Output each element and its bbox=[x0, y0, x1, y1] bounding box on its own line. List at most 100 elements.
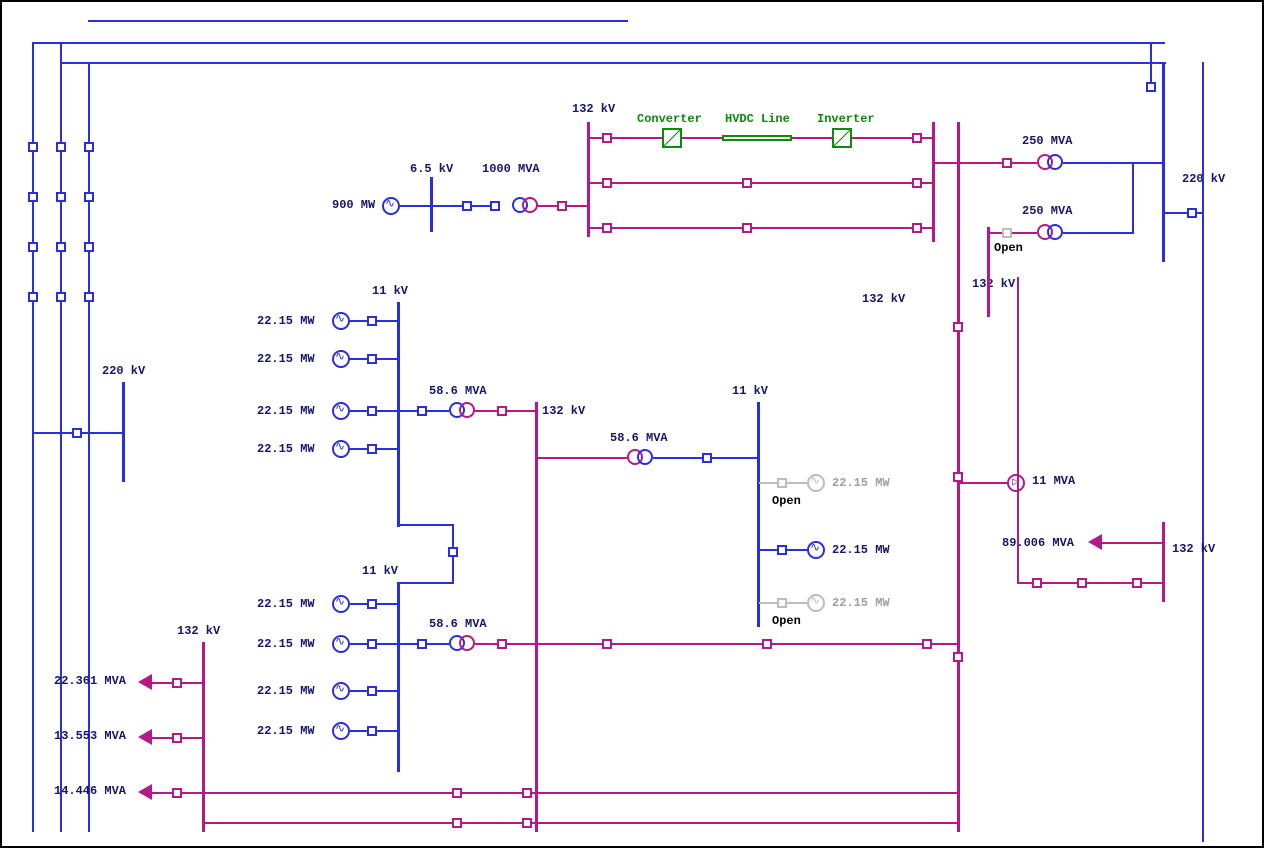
breaker-icon[interactable] bbox=[497, 406, 507, 416]
breaker-icon[interactable] bbox=[28, 242, 38, 252]
breaker-icon[interactable] bbox=[522, 818, 532, 828]
rating-label: 58.6 MVA bbox=[429, 617, 487, 631]
breaker-icon[interactable] bbox=[452, 818, 462, 828]
wire bbox=[400, 205, 430, 207]
breaker-open-icon[interactable] bbox=[1002, 228, 1012, 238]
breaker-icon[interactable] bbox=[1002, 158, 1012, 168]
breaker-icon[interactable] bbox=[367, 639, 377, 649]
breaker-icon[interactable] bbox=[172, 788, 182, 798]
breaker-open-icon[interactable] bbox=[777, 478, 787, 488]
breaker-icon[interactable] bbox=[56, 192, 66, 202]
breaker-icon[interactable] bbox=[367, 316, 377, 326]
breaker-icon[interactable] bbox=[490, 201, 500, 211]
breaker-icon[interactable] bbox=[56, 292, 66, 302]
breaker-icon[interactable] bbox=[84, 142, 94, 152]
breaker-icon[interactable] bbox=[367, 354, 377, 364]
breaker-icon[interactable] bbox=[56, 242, 66, 252]
generator-icon bbox=[332, 312, 350, 330]
wire bbox=[1063, 232, 1133, 234]
bus-label: 6.5 kV bbox=[410, 162, 453, 176]
breaker-icon[interactable] bbox=[762, 639, 772, 649]
breaker-icon[interactable] bbox=[172, 678, 182, 688]
breaker-icon[interactable] bbox=[602, 223, 612, 233]
breaker-icon[interactable] bbox=[367, 686, 377, 696]
load-icon bbox=[138, 729, 152, 745]
breaker-icon[interactable] bbox=[84, 192, 94, 202]
breaker-icon[interactable] bbox=[28, 192, 38, 202]
breaker-icon[interactable] bbox=[912, 178, 922, 188]
breaker-icon[interactable] bbox=[28, 142, 38, 152]
breaker-icon[interactable] bbox=[1146, 82, 1156, 92]
breaker-icon[interactable] bbox=[417, 406, 427, 416]
wire bbox=[1150, 42, 1165, 44]
breaker-icon[interactable] bbox=[953, 472, 963, 482]
wire bbox=[1102, 542, 1162, 544]
rating-label: 900 MW bbox=[332, 198, 375, 212]
bus bbox=[987, 227, 990, 317]
bus-label: 11 kV bbox=[372, 284, 408, 298]
generator-icon bbox=[332, 350, 350, 368]
breaker-icon[interactable] bbox=[172, 733, 182, 743]
breaker-icon[interactable] bbox=[367, 406, 377, 416]
breaker-icon[interactable] bbox=[84, 242, 94, 252]
breaker-icon[interactable] bbox=[742, 223, 752, 233]
breaker-icon[interactable] bbox=[448, 547, 458, 557]
breaker-icon[interactable] bbox=[72, 428, 82, 438]
bus-label: 132 kV bbox=[1172, 542, 1215, 556]
transformer-icon bbox=[449, 635, 477, 653]
bus-label: 132 kV bbox=[572, 102, 615, 116]
wire bbox=[32, 42, 34, 832]
wire bbox=[587, 227, 932, 229]
breaker-icon[interactable] bbox=[452, 788, 462, 798]
breaker-icon[interactable] bbox=[367, 444, 377, 454]
rating-label: 58.6 MVA bbox=[429, 384, 487, 398]
breaker-icon[interactable] bbox=[497, 639, 507, 649]
breaker-icon[interactable] bbox=[1077, 578, 1087, 588]
load-label: 14.446 MVA bbox=[54, 784, 126, 798]
breaker-icon[interactable] bbox=[602, 178, 612, 188]
breaker-icon[interactable] bbox=[417, 639, 427, 649]
wire bbox=[202, 822, 957, 824]
breaker-icon[interactable] bbox=[702, 453, 712, 463]
rating-label: 250 MVA bbox=[1022, 134, 1072, 148]
breaker-icon[interactable] bbox=[1032, 578, 1042, 588]
breaker-icon[interactable] bbox=[28, 292, 38, 302]
breaker-icon[interactable] bbox=[367, 726, 377, 736]
breaker-open-icon[interactable] bbox=[777, 598, 787, 608]
wire bbox=[60, 42, 62, 832]
breaker-icon[interactable] bbox=[742, 178, 752, 188]
breaker-icon[interactable] bbox=[912, 133, 922, 143]
breaker-icon[interactable] bbox=[367, 599, 377, 609]
wire bbox=[932, 162, 957, 164]
generator-icon bbox=[807, 474, 825, 492]
breaker-icon[interactable] bbox=[1132, 578, 1142, 588]
converter-icon bbox=[662, 128, 682, 148]
rating-label: 11 MVA bbox=[1032, 474, 1075, 488]
rating-label: 22.15 MW bbox=[257, 314, 315, 328]
generator-icon bbox=[332, 635, 350, 653]
rating-label: 22.15 MW bbox=[257, 597, 315, 611]
wire bbox=[1132, 162, 1134, 234]
rating-label: 22.15 MW bbox=[257, 637, 315, 651]
breaker-icon[interactable] bbox=[777, 545, 787, 555]
bus-132kv-far bbox=[1162, 522, 1165, 602]
rating-label: 22.15 MW bbox=[832, 596, 890, 610]
rating-label: 22.15 MW bbox=[257, 404, 315, 418]
breaker-icon[interactable] bbox=[602, 133, 612, 143]
breaker-icon[interactable] bbox=[56, 142, 66, 152]
breaker-icon[interactable] bbox=[953, 652, 963, 662]
breaker-icon[interactable] bbox=[602, 639, 612, 649]
motor-icon bbox=[1007, 474, 1025, 492]
breaker-icon[interactable] bbox=[557, 201, 567, 211]
breaker-icon[interactable] bbox=[84, 292, 94, 302]
bus-132kv-top bbox=[587, 122, 590, 237]
breaker-icon[interactable] bbox=[953, 322, 963, 332]
generator-icon bbox=[332, 682, 350, 700]
breaker-icon[interactable] bbox=[462, 201, 472, 211]
breaker-icon[interactable] bbox=[912, 223, 922, 233]
rating-label: 22.15 MW bbox=[832, 476, 890, 490]
breaker-icon[interactable] bbox=[922, 639, 932, 649]
load-icon bbox=[1088, 534, 1102, 550]
breaker-icon[interactable] bbox=[1187, 208, 1197, 218]
breaker-icon[interactable] bbox=[522, 788, 532, 798]
